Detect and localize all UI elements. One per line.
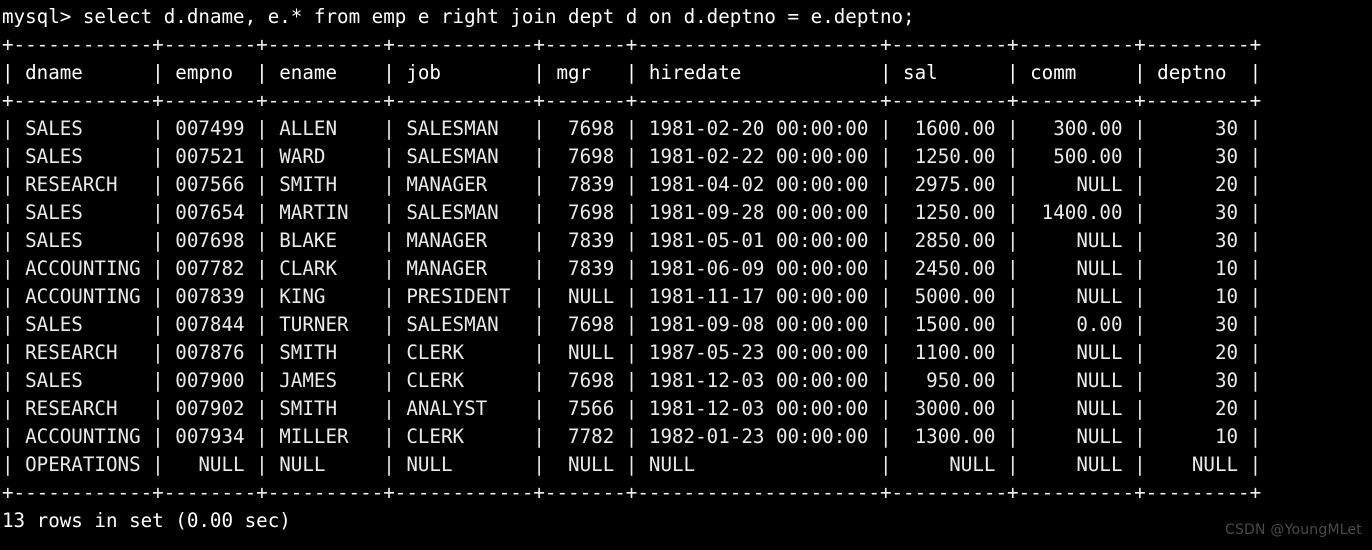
mysql-prompt-line: mysql> select d.dname, e.* from emp e ri… [0,3,1372,31]
table-row: | SALES | 007499 | ALLEN | SALESMAN | 76… [2,117,1262,140]
table-row: | RESEARCH | 007566 | SMITH | MANAGER | … [2,173,1262,196]
table-row: | SALES | 007900 | JAMES | CLERK | 7698 … [2,369,1262,392]
table-rule-header: +------------+--------+----------+------… [2,89,1262,112]
watermark: CSDN @YoungMLet [1225,522,1362,538]
table-row: | ACCOUNTING | 007839 | KING | PRESIDENT… [2,285,1262,308]
table-row: | SALES | 007844 | TURNER | SALESMAN | 7… [2,313,1262,336]
table-rule-top: +------------+--------+----------+------… [2,33,1262,56]
table-row: | OPERATIONS | NULL | NULL | NULL | NULL… [2,453,1262,476]
table-row: | RESEARCH | 007876 | SMITH | CLERK | NU… [2,341,1262,364]
result-summary: 13 rows in set (0.00 sec) [2,509,291,532]
table-body: | SALES | 007499 | ALLEN | SALESMAN | 76… [0,115,1372,479]
table-row: | SALES | 007654 | MARTIN | SALESMAN | 7… [2,201,1262,224]
table-row: | SALES | 007698 | BLAKE | MANAGER | 783… [2,229,1262,252]
table-header-row: | dname | empno | ename | job | mgr | hi… [2,61,1262,84]
sql-query-text: select d.dname, e.* from emp e right joi… [82,5,915,28]
table-rule-bottom: +------------+--------+----------+------… [2,481,1262,504]
mysql-prompt: mysql> [2,5,83,28]
terminal-window: mysql> select d.dname, e.* from emp e ri… [0,0,1372,550]
table-row: | ACCOUNTING | 007782 | CLARK | MANAGER … [2,257,1262,280]
table-row: | RESEARCH | 007902 | SMITH | ANALYST | … [2,397,1262,420]
table-row: | ACCOUNTING | 007934 | MILLER | CLERK |… [2,425,1262,448]
table-row: | SALES | 007521 | WARD | SALESMAN | 769… [2,145,1262,168]
